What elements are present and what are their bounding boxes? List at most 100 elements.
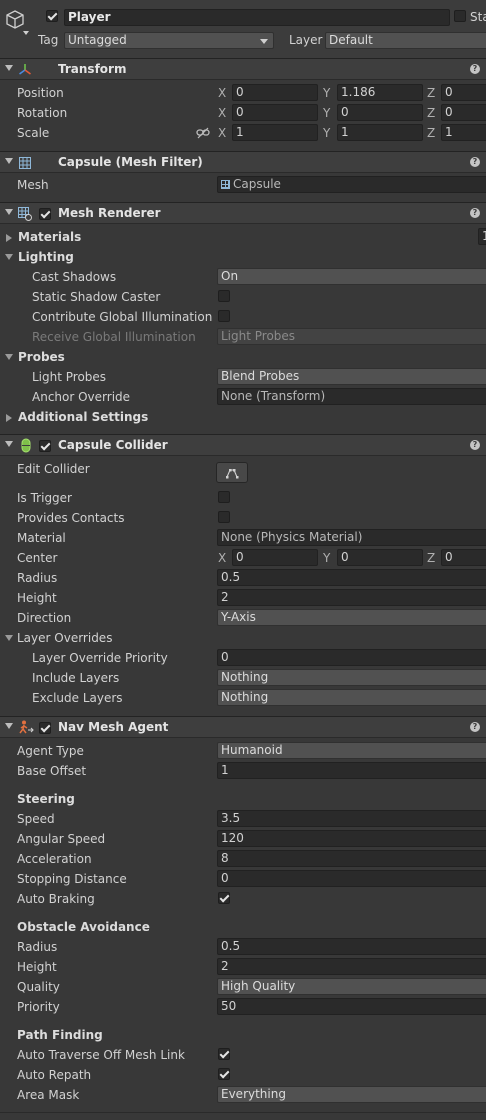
exclude-layers-dropdown[interactable]: Nothing xyxy=(217,689,486,706)
material-object-field[interactable]: None (Physics Material) xyxy=(217,529,486,546)
layer-override-priority-field[interactable]: 0 xyxy=(217,649,486,666)
angular-speed-label: Angular Speed xyxy=(17,832,106,846)
foldout-arrow-icon[interactable] xyxy=(5,441,13,447)
quality-dropdown[interactable]: High Quality xyxy=(217,978,486,995)
rotation-z-field[interactable]: 0 xyxy=(441,104,486,121)
component-title: Mesh Renderer xyxy=(58,206,161,220)
provides-contacts-checkbox[interactable] xyxy=(218,511,230,523)
mesh-renderer-icon xyxy=(18,207,32,221)
direction-dropdown[interactable]: Y-Axis xyxy=(217,609,486,626)
transform-header[interactable]: Transform ? xyxy=(0,58,486,80)
avoidance-height-field[interactable]: 2 xyxy=(217,958,486,975)
foldout-arrow-icon[interactable] xyxy=(5,635,13,641)
tag-dropdown[interactable]: Untagged xyxy=(64,32,274,49)
height-field[interactable]: 2 xyxy=(217,589,486,606)
help-icon[interactable]: ? xyxy=(470,208,480,218)
active-checkbox[interactable] xyxy=(46,10,58,22)
base-offset-field[interactable]: 1 xyxy=(217,762,486,779)
component-title: Transform xyxy=(58,62,127,76)
axis-z-label: Z xyxy=(427,551,436,565)
center-y-field[interactable]: 0 xyxy=(337,549,423,566)
gameobject-header: Player Sta Tag Untagged Layer Default xyxy=(0,0,486,58)
contribute-gi-checkbox[interactable] xyxy=(218,310,230,322)
foldout-arrow-icon[interactable] xyxy=(5,158,13,164)
foldout-arrow-icon[interactable] xyxy=(6,414,12,422)
avoidance-radius-label: Radius xyxy=(17,940,58,954)
tag-value: Untagged xyxy=(68,33,127,47)
scale-label: Scale xyxy=(17,126,50,140)
include-layers-label: Include Layers xyxy=(32,671,120,685)
stopping-distance-field[interactable]: 0 xyxy=(217,870,486,887)
lighting-foldout[interactable]: Lighting xyxy=(18,250,74,264)
radius-field[interactable]: 0.5 xyxy=(217,569,486,586)
component-enabled-checkbox[interactable] xyxy=(39,722,51,734)
capsule-collider-header[interactable]: Capsule Collider ? xyxy=(0,434,486,456)
mesh-renderer-header[interactable]: Mesh Renderer ? xyxy=(0,202,486,224)
cast-shadows-dropdown[interactable]: On xyxy=(217,268,486,285)
help-icon[interactable]: ? xyxy=(470,157,480,167)
avoidance-radius-field[interactable]: 0.5 xyxy=(217,938,486,955)
help-icon[interactable]: ? xyxy=(470,440,480,450)
include-layers-dropdown[interactable]: Nothing xyxy=(217,669,486,686)
static-label: Sta xyxy=(470,10,486,24)
gameobject-cube-icon[interactable] xyxy=(4,9,26,31)
edit-collider-button[interactable] xyxy=(216,462,248,483)
constrain-proportions-icon[interactable] xyxy=(196,127,210,139)
auto-braking-checkbox[interactable] xyxy=(218,892,230,904)
foldout-arrow-icon[interactable] xyxy=(5,254,13,260)
priority-field[interactable]: 50 xyxy=(217,998,486,1015)
layer-dropdown[interactable]: Default xyxy=(325,32,486,49)
help-icon[interactable]: ? xyxy=(470,64,480,74)
height-label: Height xyxy=(17,591,57,605)
component-enabled-checkbox[interactable] xyxy=(39,208,51,220)
auto-traverse-checkbox[interactable] xyxy=(218,1048,230,1060)
auto-repath-checkbox[interactable] xyxy=(218,1068,230,1080)
foldout-arrow-icon[interactable] xyxy=(5,723,13,729)
steering-heading: Steering xyxy=(17,792,75,806)
materials-count-field[interactable]: 1 xyxy=(478,228,486,245)
scale-x-field[interactable]: 1 xyxy=(232,124,318,141)
static-shadow-caster-label: Static Shadow Caster xyxy=(32,290,161,304)
scale-y-field[interactable]: 1 xyxy=(337,124,423,141)
is-trigger-checkbox[interactable] xyxy=(218,491,230,503)
help-icon[interactable]: ? xyxy=(470,722,480,732)
center-z-field[interactable]: 0 xyxy=(441,549,486,566)
mesh-object-field[interactable]: Capsule xyxy=(217,176,486,193)
speed-field[interactable]: 3.5 xyxy=(217,810,486,827)
foldout-arrow-icon[interactable] xyxy=(5,354,13,360)
component-enabled-checkbox[interactable] xyxy=(39,440,51,452)
material-label: Material xyxy=(17,531,66,545)
static-shadow-caster-checkbox[interactable] xyxy=(218,290,230,302)
auto-traverse-label: Auto Traverse Off Mesh Link xyxy=(17,1048,185,1062)
agent-type-dropdown[interactable]: Humanoid xyxy=(217,742,486,759)
layer-override-priority-label: Layer Override Priority xyxy=(32,651,168,665)
foldout-arrow-icon[interactable] xyxy=(5,209,13,215)
additional-settings-foldout[interactable]: Additional Settings xyxy=(18,410,148,424)
mesh-filter-header[interactable]: Capsule (Mesh Filter) ? xyxy=(0,151,486,173)
light-probes-dropdown[interactable]: Blend Probes xyxy=(217,368,486,385)
anchor-override-field[interactable]: None (Transform) xyxy=(217,388,486,405)
axis-y-label: Y xyxy=(323,126,331,140)
gameobject-name-field[interactable]: Player xyxy=(64,9,450,26)
icon-dropdown-arrow[interactable] xyxy=(23,31,29,35)
capsule-collider-icon xyxy=(21,438,31,453)
acceleration-field[interactable]: 8 xyxy=(217,850,486,867)
angular-speed-field[interactable]: 120 xyxy=(217,830,486,847)
rotation-x-field[interactable]: 0 xyxy=(232,104,318,121)
static-checkbox[interactable] xyxy=(454,10,466,22)
center-x-field[interactable]: 0 xyxy=(232,549,318,566)
avoidance-height-label: Height xyxy=(17,960,57,974)
position-x-field[interactable]: 0 xyxy=(232,84,318,101)
probes-foldout[interactable]: Probes xyxy=(18,350,65,364)
position-y-field[interactable]: 1.186 xyxy=(337,84,423,101)
rotation-y-field[interactable]: 0 xyxy=(337,104,423,121)
foldout-arrow-icon[interactable] xyxy=(5,65,13,71)
scale-z-field[interactable]: 1 xyxy=(441,124,486,141)
auto-braking-label: Auto Braking xyxy=(17,892,95,906)
foldout-arrow-icon[interactable] xyxy=(6,234,12,242)
nav-mesh-agent-header[interactable]: Nav Mesh Agent ? xyxy=(0,716,486,738)
materials-foldout[interactable]: Materials xyxy=(18,230,81,244)
area-mask-dropdown[interactable]: Everything xyxy=(217,1086,486,1103)
position-z-field[interactable]: 0 xyxy=(441,84,486,101)
layer-overrides-foldout[interactable]: Layer Overrides xyxy=(17,631,112,645)
